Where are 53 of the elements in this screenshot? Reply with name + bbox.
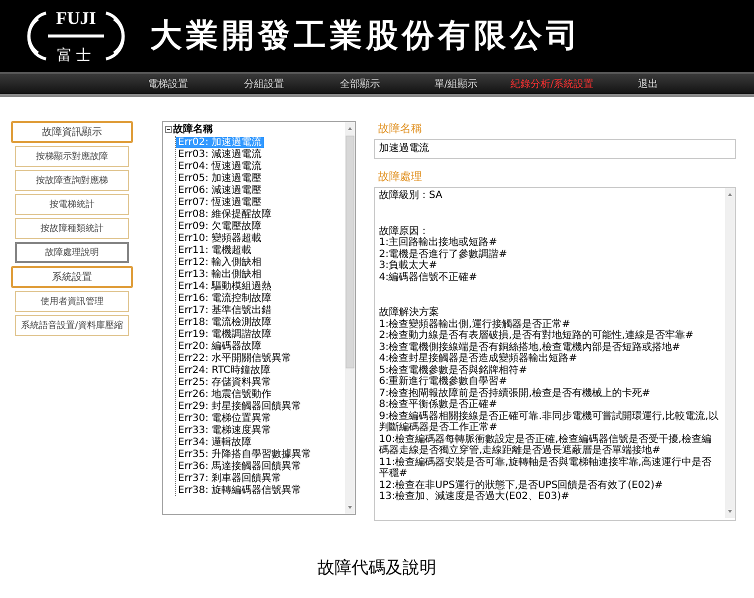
figure-caption: 故障代碼及說明	[318, 557, 436, 579]
menu-button[interactable]: 按故障種類統計	[15, 218, 129, 239]
menu-button[interactable]: 按故障查詢對應梯	[15, 170, 129, 191]
tree-item[interactable]: Err24: RTC時鐘故障	[176, 364, 272, 376]
tree-node[interactable]: 故障名稱	[173, 123, 213, 136]
nav-link[interactable]: 紀錄分析/系統設置	[504, 77, 600, 91]
menu-button[interactable]: 系統語音設置/資料庫壓縮	[15, 315, 129, 336]
section-label: 故障處理	[378, 169, 423, 184]
logo-text: FUJI	[56, 7, 96, 29]
company-name: 大業開發工業股份有限公司	[150, 15, 582, 56]
tree-item[interactable]: Err10: 變頻器超載	[176, 232, 264, 244]
tree-item[interactable]: Err04: 恆速過電流	[176, 160, 264, 172]
collapse-icon[interactable]	[165, 126, 172, 133]
tree-item[interactable]: Err25: 存儲資料異常	[176, 376, 274, 388]
tree-item[interactable]: Err03: 減速過電流	[176, 148, 264, 160]
menu-button[interactable]: 使用者資訊管理	[15, 291, 129, 312]
fault-name-field[interactable]: 加速過電流	[374, 139, 736, 159]
tree-item[interactable]: Err37: 剎車器回饋異常	[176, 472, 284, 484]
tree-item[interactable]: Err17: 基準信號出錯	[176, 304, 274, 316]
tree-item[interactable]: Err08: 維保提醒故障	[176, 208, 274, 220]
section-label: 故障名稱	[378, 121, 423, 136]
menu-header-button[interactable]: 系統設置	[11, 266, 133, 288]
tree-item[interactable]: Err29: 封星接觸器回饋異常	[176, 400, 304, 412]
tree-item[interactable]: Err16: 電流控制故障	[176, 292, 274, 304]
nav-link[interactable]: 分組設置	[216, 77, 312, 91]
tree-item[interactable]: Err11: 電機超載	[176, 244, 254, 256]
tree-item[interactable]: Err30: 電梯位置異常	[176, 412, 274, 424]
nav-link[interactable]: 電梯設置	[120, 77, 216, 91]
tree-item[interactable]: Err14: 驅動模組過熱	[176, 280, 274, 292]
tree-item[interactable]: Err09: 欠電壓故障	[176, 220, 264, 232]
tree-item[interactable]: Err34: 邏輯故障	[176, 436, 254, 448]
tree-item[interactable]: Err26: 地震信號動作	[176, 388, 274, 400]
nav-link[interactable]: 全部顯示	[312, 77, 408, 91]
logo-text: 富士	[57, 45, 95, 65]
tree-item[interactable]: Err22: 水平開關信號異常	[176, 352, 294, 364]
nav-link[interactable]: 單/組顯示	[408, 77, 504, 91]
nav-link[interactable]: 退出	[600, 77, 696, 91]
tree-item[interactable]: Err06: 減速過電壓	[176, 184, 264, 196]
tree-item[interactable]: Err18: 電流檢測故障	[176, 316, 274, 328]
tree-item[interactable]: Err35: 升降搭自學習數據異常	[176, 448, 314, 460]
menu-button[interactable]: 按電梯統計	[15, 194, 129, 215]
tree-item[interactable]: Err19: 電機調諧故障	[176, 328, 274, 340]
tree-item[interactable]: Err12: 輸入側缺相	[176, 256, 264, 268]
tree-item[interactable]: Err20: 編碼器故障	[176, 340, 264, 352]
tree-item[interactable]: Err07: 恆速過電壓	[176, 196, 264, 208]
menu-header-button[interactable]: 故障資訊顯示	[11, 121, 133, 143]
tree-item[interactable]: Err38: 旋轉編碼器信號異常	[176, 484, 304, 496]
tree-item[interactable]: Err05: 加速過電壓	[176, 172, 264, 184]
menu-button[interactable]: 按梯顯示對應故障	[15, 146, 129, 167]
tree-item[interactable]: Err33: 電梯速度異常	[176, 424, 274, 436]
tree-item[interactable]: Err36: 馬達接觸器回饋異常	[176, 460, 304, 472]
tree-item[interactable]: Err13: 輸出側缺相	[176, 268, 264, 280]
menu-button[interactable]: 故障處理說明	[15, 242, 129, 263]
